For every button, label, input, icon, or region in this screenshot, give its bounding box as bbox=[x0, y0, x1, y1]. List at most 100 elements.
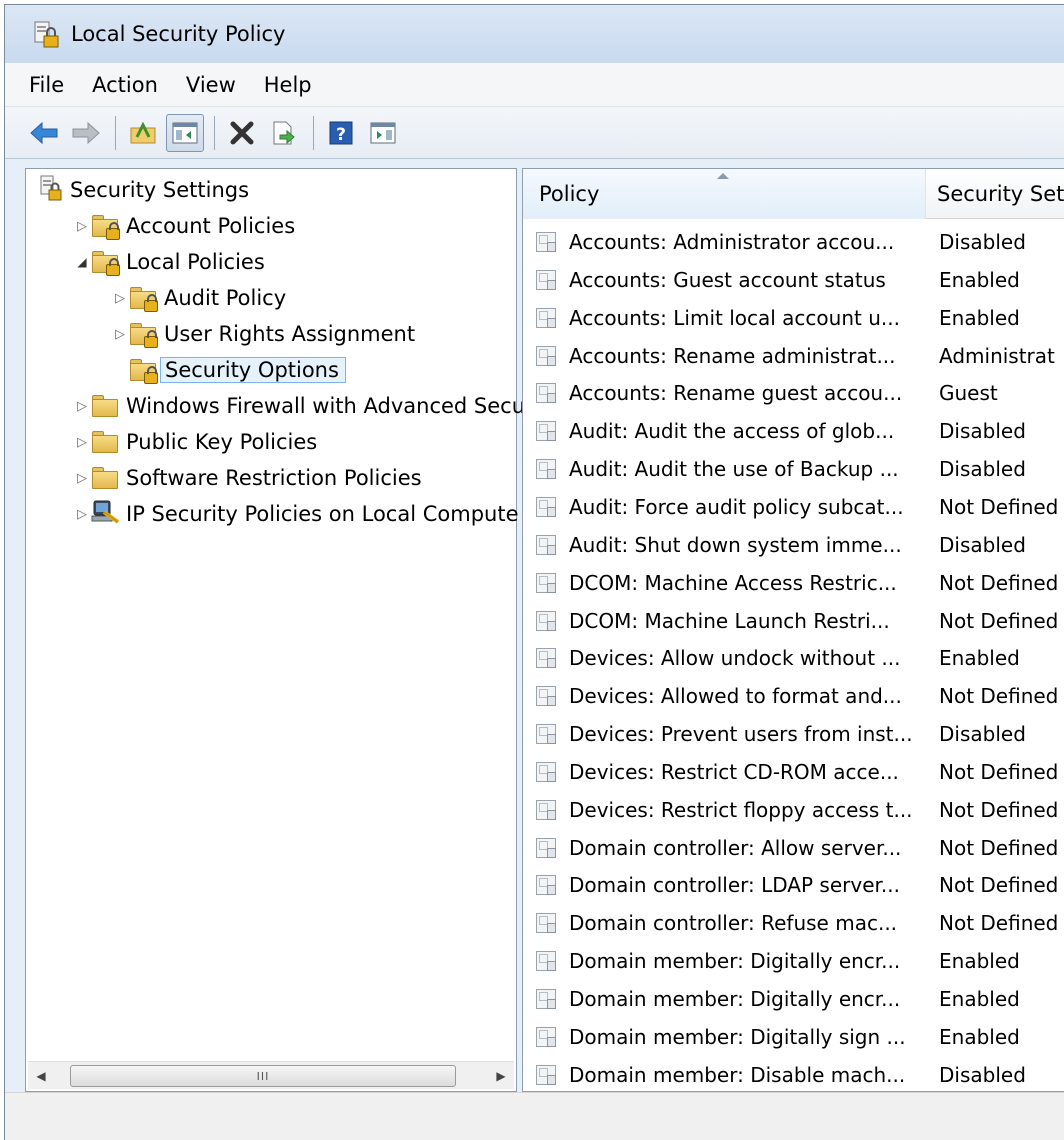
menu-help[interactable]: Help bbox=[250, 73, 326, 97]
policy-security-setting: Not Defined bbox=[939, 494, 1059, 519]
tree-item[interactable]: Security Settings bbox=[38, 172, 249, 208]
policy-security-setting: Not Defined bbox=[939, 873, 1059, 898]
forward-button[interactable] bbox=[67, 114, 105, 152]
tree-item[interactable]: ▷ User Rights Assignment bbox=[112, 316, 415, 352]
policy-setting-icon bbox=[536, 383, 556, 404]
locked-folder-icon bbox=[90, 250, 120, 276]
policy-row[interactable]: Domain member: Digitally encr... Enabled bbox=[523, 980, 1064, 1018]
scroll-left-arrow[interactable]: ◀ bbox=[28, 1069, 54, 1083]
column-header-policy[interactable]: Policy bbox=[523, 169, 926, 219]
tree-horizontal-scrollbar[interactable]: ◀ III ▶ bbox=[28, 1061, 514, 1089]
policy-name: Domain member: Digitally encr... bbox=[569, 949, 901, 974]
policy-name: Accounts: Administrator accou... bbox=[569, 230, 895, 254]
policy-name: Devices: Restrict floppy access t... bbox=[569, 797, 913, 822]
policy-row[interactable]: Audit: Audit the access of glob... Disabl… bbox=[523, 412, 1064, 450]
policy-row[interactable]: Accounts: Rename administrat... Administr… bbox=[523, 337, 1064, 375]
back-button[interactable] bbox=[25, 114, 63, 152]
policy-security-setting: Disabled bbox=[939, 532, 1026, 557]
policy-row[interactable]: DCOM: Machine Launch Restri... Not Define… bbox=[523, 602, 1064, 640]
menu-file[interactable]: File bbox=[5, 73, 78, 97]
policy-setting-icon bbox=[536, 572, 556, 593]
policy-row[interactable]: Accounts: Guest account status Enabled bbox=[523, 261, 1064, 299]
help-button[interactable]: ? bbox=[322, 114, 360, 152]
list-header: Policy Security Sett bbox=[523, 169, 1064, 219]
show-hide-console-tree-button[interactable] bbox=[166, 113, 204, 152]
menu-view[interactable]: View bbox=[172, 73, 250, 97]
policy-row[interactable]: Domain controller: Refuse mac... Not Defi… bbox=[523, 904, 1064, 942]
tree-item[interactable]: ◢ Local Policies bbox=[74, 244, 265, 280]
policy-security-setting: Not Defined bbox=[939, 835, 1059, 860]
tree-item-label: Public Key Policies bbox=[126, 430, 318, 454]
policy-row[interactable]: Devices: Restrict CD-ROM acce... Not Defi… bbox=[523, 753, 1064, 791]
collapsed-triangle-icon[interactable]: ▷ bbox=[74, 399, 90, 414]
policy-row[interactable]: Accounts: Rename guest accou... Guest bbox=[523, 374, 1064, 412]
policy-row[interactable]: Devices: Prevent users from inst... Disab… bbox=[523, 715, 1064, 753]
toolbar-separator bbox=[313, 115, 314, 150]
window-title: Local Security Policy bbox=[71, 22, 286, 46]
folder-icon bbox=[90, 394, 120, 418]
policy-name: Audit: Shut down system imme... bbox=[569, 532, 902, 557]
policy-row[interactable]: Domain member: Digitally sign ... Enabled bbox=[523, 1018, 1064, 1056]
policy-row[interactable]: Devices: Allowed to format and... Not Def… bbox=[523, 677, 1064, 715]
policy-row[interactable]: Domain controller: Allow server... Not De… bbox=[523, 829, 1064, 867]
policy-security-setting: Enabled bbox=[939, 305, 1020, 330]
policy-row[interactable]: Audit: Audit the use of Backup ... Disabl… bbox=[523, 450, 1064, 488]
policy-row[interactable]: Domain member: Disable mach... Disabled bbox=[523, 1056, 1064, 1091]
tree-item-label: Security Options bbox=[160, 357, 346, 383]
policy-row[interactable]: Domain member: Digitally encr... Enabled bbox=[523, 942, 1064, 980]
locked-folder-icon bbox=[128, 286, 158, 312]
policy-row[interactable]: Devices: Allow undock without ... Enabled bbox=[523, 639, 1064, 677]
tree-item[interactable]: ▷ Software Restriction Policies bbox=[74, 460, 422, 496]
menu-action[interactable]: Action bbox=[78, 73, 172, 97]
policy-security-setting: Not Defined bbox=[939, 911, 1059, 936]
tree-item[interactable]: ▷ IP Security Policies on Local Compute bbox=[74, 496, 519, 532]
policy-setting-icon bbox=[536, 648, 556, 669]
up-one-level-button[interactable] bbox=[124, 114, 162, 152]
policy-security-setting: Guest bbox=[939, 381, 998, 406]
show-hide-action-pane-button[interactable] bbox=[364, 114, 402, 152]
show-hide-tree-icon bbox=[172, 122, 198, 143]
console-tree[interactable]: Security Settings ▷ Account Policies ◢ Local… bbox=[25, 168, 525, 1092]
show-hide-action-pane-icon bbox=[370, 122, 396, 143]
collapsed-triangle-icon[interactable]: ▷ bbox=[112, 327, 128, 342]
tree-item[interactable]: ▷ Audit Policy bbox=[112, 280, 286, 316]
tree-item[interactable]: Security Options bbox=[112, 352, 346, 388]
forward-arrow-icon bbox=[72, 121, 100, 144]
policy-setting-icon bbox=[536, 421, 556, 442]
policy-row[interactable]: Accounts: Administrator accou... Disabled bbox=[523, 223, 1064, 261]
policy-row[interactable]: Accounts: Limit local account u... Enable… bbox=[523, 299, 1064, 337]
policy-row[interactable]: DCOM: Machine Access Restric... Not Defin… bbox=[523, 564, 1064, 602]
collapsed-triangle-icon[interactable]: ▷ bbox=[74, 435, 90, 450]
tree-item-label: Account Policies bbox=[126, 214, 296, 238]
column-header-security-setting[interactable]: Security Sett bbox=[927, 169, 1064, 219]
policy-name: DCOM: Machine Launch Restri... bbox=[569, 608, 890, 633]
tree-item[interactable]: ▷ Account Policies bbox=[74, 208, 295, 244]
policy-list[interactable]: Policy Security Sett Accounts: Administr… bbox=[522, 168, 1064, 1092]
policy-setting-icon bbox=[536, 269, 556, 290]
policy-row[interactable]: Audit: Shut down system imme... Disabled bbox=[523, 526, 1064, 564]
policy-setting-icon bbox=[536, 307, 556, 328]
collapsed-triangle-icon[interactable]: ▷ bbox=[74, 507, 90, 522]
collapsed-triangle-icon[interactable]: ▷ bbox=[74, 471, 90, 486]
policy-row[interactable]: Audit: Force audit policy subcat... Not D… bbox=[523, 488, 1064, 526]
delete-button[interactable] bbox=[223, 114, 261, 152]
policy-security-setting: Enabled bbox=[939, 646, 1020, 671]
expanded-triangle-icon[interactable]: ◢ bbox=[74, 255, 90, 269]
policy-row[interactable]: Domain controller: LDAP server... Not Def… bbox=[523, 866, 1064, 904]
tree-item[interactable]: ▷ Windows Firewall with Advanced Secu bbox=[74, 388, 525, 424]
export-list-button[interactable] bbox=[265, 114, 303, 152]
policy-name: Devices: Restrict CD-ROM acce... bbox=[569, 759, 899, 784]
svg-text:?: ? bbox=[336, 125, 346, 145]
policy-name: Audit: Audit the access of glob... bbox=[569, 419, 895, 444]
title-bar[interactable]: Local Security Policy bbox=[5, 5, 1064, 63]
policy-row[interactable]: Devices: Restrict floppy access t... Not … bbox=[523, 791, 1064, 829]
collapsed-triangle-icon[interactable]: ▷ bbox=[112, 291, 128, 306]
collapsed-triangle-icon[interactable]: ▷ bbox=[74, 219, 90, 234]
policy-security-setting: Disabled bbox=[939, 457, 1026, 482]
scroll-right-arrow[interactable]: ▶ bbox=[488, 1069, 514, 1083]
scroll-thumb[interactable]: III bbox=[70, 1065, 456, 1087]
locked-folder-icon bbox=[128, 358, 158, 384]
toolbar-separator bbox=[115, 115, 116, 150]
tree-item[interactable]: ▷ Public Key Policies bbox=[74, 424, 317, 460]
policy-setting-icon bbox=[536, 799, 556, 820]
